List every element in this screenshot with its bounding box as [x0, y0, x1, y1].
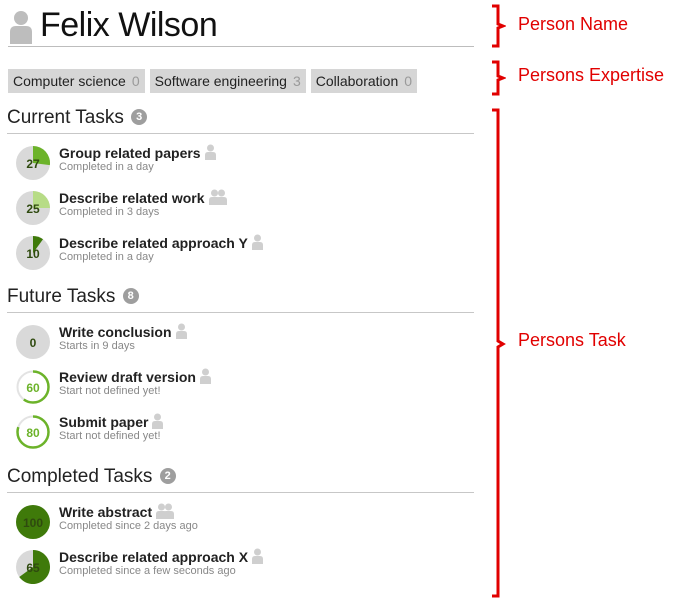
task-item[interactable]: 65 Describe related approach X Completed s…: [16, 548, 456, 588]
expertise-label: Collaboration: [315, 73, 399, 89]
task-status: Completed since a few seconds ago: [59, 565, 236, 577]
task-name[interactable]: Describe related approach Y: [59, 234, 263, 251]
task-name[interactable]: Write conclusion: [59, 323, 187, 340]
task-status: Starts in 9 days: [59, 340, 135, 352]
progress-value: 25: [26, 202, 40, 216]
section-title: Future Tasks: [7, 286, 116, 307]
task-name-text: Review draft version: [59, 369, 196, 385]
current-tasks-heading: Current Tasks 3: [7, 107, 474, 134]
task-name-text: Write abstract: [59, 504, 153, 520]
person-icon[interactable]: [152, 413, 164, 429]
task-item[interactable]: 27 Group related papers Completed in a day: [16, 144, 456, 184]
progress-value: 60: [26, 381, 40, 395]
progress-value: 27: [26, 157, 40, 171]
progress-value: 10: [26, 247, 40, 261]
people-icon[interactable]: [208, 189, 227, 205]
task-name[interactable]: Submit paper: [59, 413, 164, 430]
expertise-label: Computer science: [13, 73, 126, 89]
task-item[interactable]: 100 Write abstract Completed since 2 days …: [16, 503, 456, 543]
section-title: Completed Tasks: [7, 466, 153, 487]
task-name[interactable]: Describe related work: [59, 189, 227, 206]
progress-value: 0: [29, 336, 37, 350]
annotation-task: Persons Task: [518, 330, 626, 350]
expertise-label: Software engineering: [154, 73, 287, 89]
task-status: Completed in a day: [59, 251, 154, 263]
progress-value: 80: [26, 426, 40, 440]
person-header: Felix Wilson: [8, 6, 474, 47]
expertise-bracket: [492, 60, 506, 96]
task-item[interactable]: 25 Describe related work Completed in 3 da…: [16, 189, 456, 229]
avatar-icon: [10, 11, 32, 44]
expertise-chip[interactable]: Software engineering 3: [149, 69, 306, 93]
task-name-text: Describe related approach Y: [59, 235, 248, 251]
future-tasks-heading: Future Tasks 8: [7, 286, 474, 313]
task-item[interactable]: 10 Describe related approach Y Completed i…: [16, 234, 456, 274]
task-name[interactable]: Write abstract: [59, 503, 175, 520]
annotation-expertise: Persons Expertise: [518, 65, 665, 85]
person-name: Felix Wilson: [40, 6, 218, 44]
task-status: Completed in 3 days: [59, 206, 160, 218]
task-item[interactable]: 60 Review draft version Start not defined …: [16, 368, 456, 408]
section-title: Current Tasks: [7, 107, 124, 128]
task-name-text: Submit paper: [59, 414, 149, 430]
completed-tasks-heading: Completed Tasks 2: [7, 466, 474, 493]
progress-value: 100: [22, 516, 44, 530]
task-count-badge: 3: [131, 109, 148, 125]
person-icon[interactable]: [175, 323, 187, 339]
expertise-chip[interactable]: Computer science 0: [8, 69, 145, 93]
task-status: Completed in a day: [59, 161, 154, 173]
people-icon[interactable]: [156, 503, 175, 519]
expertise-count: 3: [292, 73, 301, 89]
task-bracket: [492, 108, 506, 598]
task-status: Start not defined yet!: [59, 430, 161, 442]
expertise-count: 0: [131, 73, 140, 89]
task-status: Start not defined yet!: [59, 385, 161, 397]
task-name[interactable]: Describe related approach X: [59, 548, 264, 565]
person-name-bracket: [492, 4, 506, 48]
task-item[interactable]: 80 Submit paper Start not defined yet!: [16, 413, 456, 453]
person-icon[interactable]: [204, 144, 216, 160]
task-name-text: Describe related approach X: [59, 549, 249, 565]
task-item[interactable]: 0 Write conclusion Starts in 9 days: [16, 323, 456, 363]
progress-value: 65: [26, 561, 40, 575]
task-count-badge: 2: [159, 468, 176, 484]
task-name[interactable]: Group related papers: [59, 144, 216, 161]
task-name[interactable]: Review draft version: [59, 368, 211, 385]
task-name-text: Write conclusion: [59, 324, 172, 340]
task-name-text: Describe related work: [59, 190, 205, 206]
expertise-count: 0: [404, 73, 413, 89]
person-icon[interactable]: [199, 368, 211, 384]
task-status: Completed since 2 days ago: [59, 520, 198, 532]
task-name-text: Group related papers: [59, 145, 201, 161]
person-icon[interactable]: [252, 548, 264, 564]
expertise-chip[interactable]: Collaboration 0: [310, 69, 418, 93]
person-icon[interactable]: [251, 234, 263, 250]
annotation-person-name: Person Name: [518, 14, 629, 34]
expertise-list: Computer science 0 Software engineering …: [8, 69, 418, 93]
task-count-badge: 8: [122, 288, 139, 304]
